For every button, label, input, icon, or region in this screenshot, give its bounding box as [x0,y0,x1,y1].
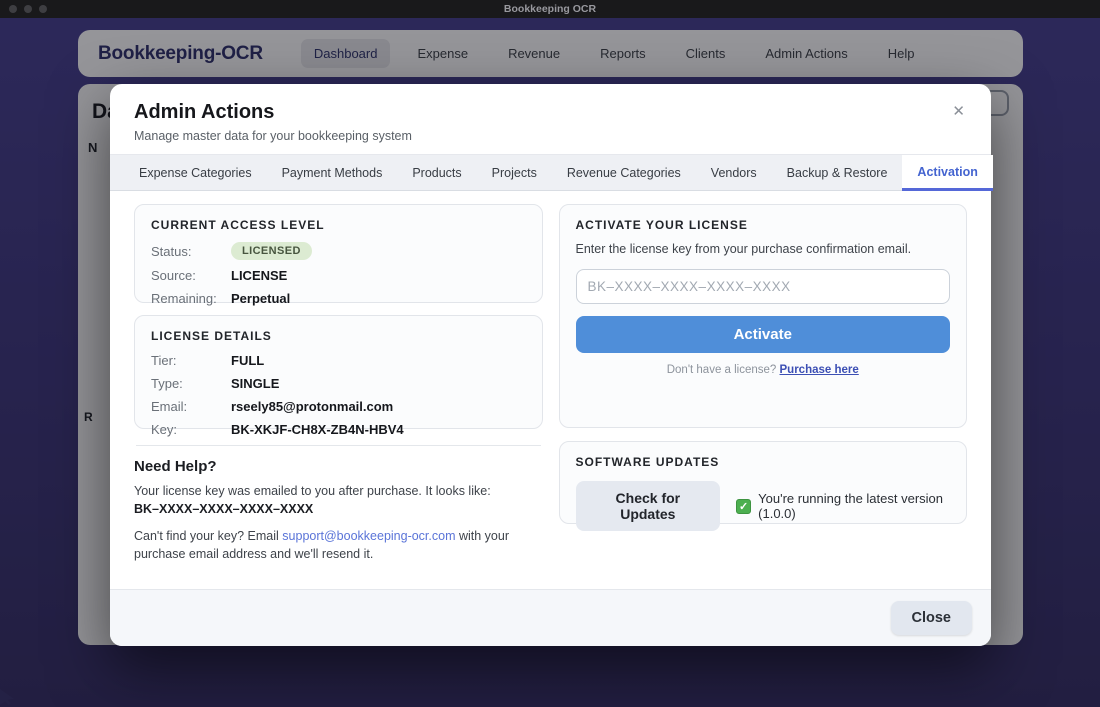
status-row: Status: LICENSED [151,242,526,260]
version-status: ✓ You're running the latest version (1.0… [736,491,950,521]
tab-revenue-categories[interactable]: Revenue Categories [552,155,696,190]
purchase-note: Don't have a license? Purchase here [576,364,951,376]
email-row: Email: rseely85@protonmail.com [151,399,526,414]
help-line1: Your license key was emailed to you afte… [134,484,491,498]
source-label: Source: [151,268,231,283]
updates-heading: SOFTWARE UPDATES [576,455,951,469]
tab-vendors[interactable]: Vendors [696,155,772,190]
type-label: Type: [151,376,231,391]
activation-right-column: ACTIVATE YOUR LICENSE Enter the license … [559,204,968,573]
need-help-heading: Need Help? [134,458,543,475]
need-help-section: Need Help? Your license key was emailed … [134,458,543,563]
software-updates-card: SOFTWARE UPDATES Check for Updates ✓ You… [559,441,968,524]
activate-license-card: ACTIVATE YOUR LICENSE Enter the license … [559,204,968,428]
help-text-1: Your license key was emailed to you afte… [134,483,543,518]
modal-subtitle: Manage master data for your bookkeeping … [134,129,967,143]
remaining-value: Perpetual [231,291,290,306]
check-icon: ✓ [736,499,751,514]
activate-button[interactable]: Activate [576,316,951,353]
activate-heading: ACTIVATE YOUR LICENSE [576,218,951,232]
admin-actions-modal: Admin Actions Manage master data for you… [110,84,991,646]
tier-label: Tier: [151,353,231,368]
support-email-link[interactable]: support@bookkeeping-ocr.com [282,529,455,543]
activation-panel: CURRENT ACCESS LEVEL Status: LICENSED So… [110,191,991,573]
tab-backup-restore[interactable]: Backup & Restore [772,155,903,190]
remaining-label: Remaining: [151,291,231,306]
help-line2-prefix: Can't find your key? Email [134,529,282,543]
updates-row: Check for Updates ✓ You're running the l… [576,481,951,531]
version-status-text: You're running the latest version (1.0.0… [758,491,950,521]
close-window-button[interactable] [9,5,17,13]
divider [136,445,541,446]
tab-projects[interactable]: Projects [477,155,552,190]
key-label: Key: [151,422,231,437]
purchase-here-link[interactable]: Purchase here [780,364,859,376]
licensed-status-badge: LICENSED [231,242,312,260]
activate-description: Enter the license key from your purchase… [576,242,951,256]
modal-tab-bar: Expense Categories Payment Methods Produ… [110,154,991,191]
tab-expense-categories[interactable]: Expense Categories [124,155,267,190]
type-row: Type: SINGLE [151,376,526,391]
tab-activation[interactable]: Activation [902,155,992,191]
check-for-updates-button[interactable]: Check for Updates [576,481,721,531]
modal-header: Admin Actions Manage master data for you… [110,84,991,154]
activation-left-column: CURRENT ACCESS LEVEL Status: LICENSED So… [134,204,543,573]
tab-products[interactable]: Products [397,155,476,190]
close-icon[interactable]: ✕ [952,104,965,119]
app-window: Bookkeeping OCR Bookkeeping-OCR Dashboar… [0,0,1100,707]
key-value: BK-XKJF-CH8X-ZB4N-HBV4 [231,422,404,437]
email-value: rseely85@protonmail.com [231,399,393,414]
current-access-level-card: CURRENT ACCESS LEVEL Status: LICENSED So… [134,204,543,303]
status-label: Status: [151,244,231,259]
help-text-2: Can't find your key? Email support@bookk… [134,528,543,563]
purchase-note-text: Don't have a license? [667,364,780,376]
remaining-row: Remaining: Perpetual [151,291,526,306]
modal-title: Admin Actions [134,101,967,124]
license-key-format: BK–XXXX–XXXX–XXXX–XXXX [134,502,313,516]
tier-row: Tier: FULL [151,353,526,368]
desktop-background: Bookkeeping-OCR Dashboard Expense Revenu… [0,18,1100,707]
license-key-input[interactable] [576,269,951,304]
source-value: LICENSE [231,268,287,283]
type-value: SINGLE [231,376,279,391]
modal-footer: Close [110,589,991,646]
tier-value: FULL [231,353,264,368]
license-details-card: LICENSE DETAILS Tier: FULL Type: SINGLE … [134,315,543,429]
key-row: Key: BK-XKJF-CH8X-ZB4N-HBV4 [151,422,526,437]
source-row: Source: LICENSE [151,268,526,283]
window-title: Bookkeeping OCR [0,3,1100,15]
close-button[interactable]: Close [891,601,973,635]
details-heading: LICENSE DETAILS [151,329,526,343]
tab-payment-methods[interactable]: Payment Methods [267,155,398,190]
email-label: Email: [151,399,231,414]
zoom-window-button[interactable] [39,5,47,13]
window-controls [9,5,47,13]
macos-titlebar: Bookkeeping OCR [0,0,1100,18]
access-heading: CURRENT ACCESS LEVEL [151,218,526,232]
minimize-window-button[interactable] [24,5,32,13]
